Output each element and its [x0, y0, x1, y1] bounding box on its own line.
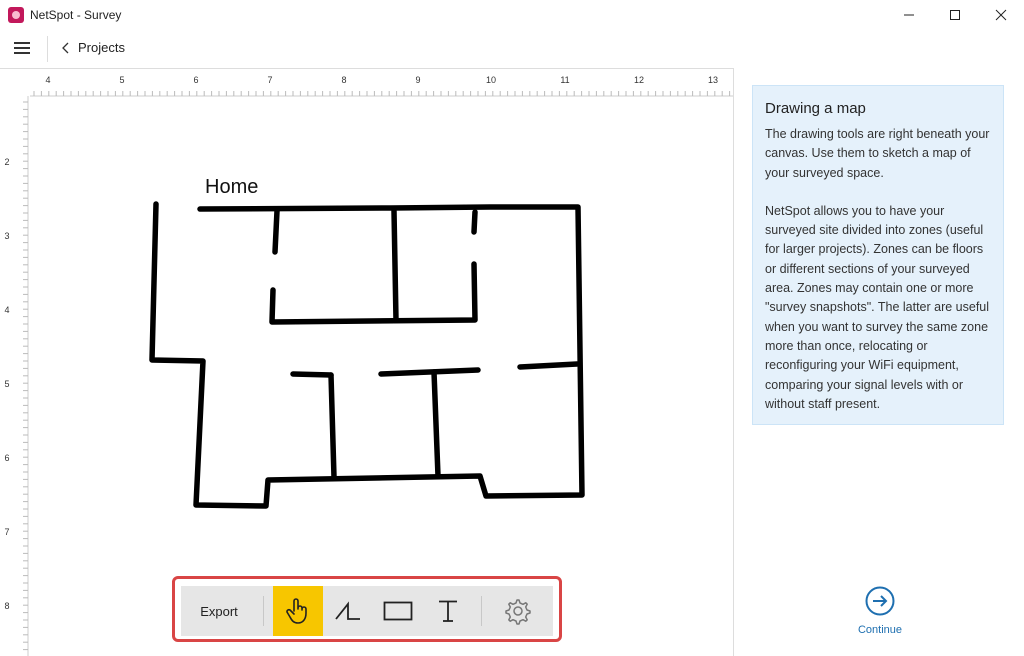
arrow-right-circle-icon: [865, 586, 895, 616]
ruler-left-label: 6: [4, 453, 9, 463]
ruler-top-label: 5: [119, 75, 124, 85]
netspot-app-icon: [8, 7, 24, 23]
ruler-top-label: 12: [634, 75, 644, 85]
ruler-top-label: 13: [708, 75, 718, 85]
ruler-left-label: 3: [4, 231, 9, 241]
back-link-label: Projects: [78, 40, 125, 55]
ruler-top-label: 8: [341, 75, 346, 85]
help-paragraph: NetSpot allows you to have your surveyed…: [765, 203, 990, 411]
ruler-top-label: 11: [560, 75, 569, 85]
left-ruler: 2 3 4 5 6 7 8: [4, 96, 29, 656]
ruler-left-label: 5: [4, 379, 9, 389]
toolbar-divider: [481, 596, 482, 626]
ruler-top-label: 10: [486, 75, 496, 85]
help-panel: Drawing a map The drawing tools are righ…: [735, 68, 1024, 656]
canvas-svg: 4 5 6 7 8 9 10 11 12 13 2 3 4 5 6 7 8 Ho…: [4, 75, 733, 656]
nav-bar: Projects: [0, 30, 1024, 68]
minimize-icon: [904, 14, 914, 16]
continue-label: Continue: [857, 624, 903, 636]
maximize-icon: [950, 10, 960, 20]
toolbar-divider: [263, 596, 264, 626]
title-bar: NetSpot - Survey: [0, 0, 1024, 30]
nav-divider: [47, 36, 48, 62]
settings-button[interactable]: [491, 586, 543, 636]
hamburger-menu-icon[interactable]: [14, 42, 30, 56]
continue-button[interactable]: Continue: [855, 585, 905, 636]
wall-line-icon: [335, 601, 360, 620]
text-tool-button[interactable]: [423, 586, 473, 636]
hand-pointer-icon: [286, 598, 307, 624]
close-icon: [995, 9, 1007, 21]
ruler-top-label: 4: [45, 75, 50, 85]
close-button[interactable]: [978, 0, 1024, 30]
ruler-left-label: 7: [4, 527, 9, 537]
ruler-top-label: 7: [267, 75, 272, 85]
help-title: Drawing a map: [765, 100, 866, 117]
gear-icon: [505, 599, 531, 625]
ruler-top-label: 9: [415, 75, 420, 85]
text-tool-icon: [439, 600, 457, 622]
back-to-projects-link[interactable]: Projects: [62, 40, 125, 55]
rectangle-icon: [383, 601, 413, 621]
ruler-top-label: 6: [193, 75, 198, 85]
map-label[interactable]: Home: [205, 176, 258, 198]
drawing-toolbar: Export: [181, 586, 553, 636]
help-paragraph: The drawing tools are right beneath your…: [765, 127, 990, 180]
floor-plan[interactable]: [149, 201, 585, 509]
minimize-button[interactable]: [886, 0, 932, 30]
wall-tool-button[interactable]: [323, 586, 373, 636]
drawing-canvas[interactable]: 4 5 6 7 8 9 10 11 12 13 2 3 4 5 6 7 8 Ho…: [0, 68, 734, 656]
chevron-left-icon: [62, 42, 69, 53]
window-title: NetSpot - Survey: [30, 8, 122, 22]
export-label: Export: [200, 603, 238, 619]
rectangle-tool-button[interactable]: [373, 586, 423, 636]
ruler-left-label: 4: [4, 305, 9, 315]
ruler-left-label: 2: [4, 157, 9, 167]
help-box: Drawing a map The drawing tools are righ…: [752, 85, 1004, 425]
hand-tool-button[interactable]: [273, 586, 323, 636]
ruler-left-label: 8: [4, 601, 9, 611]
export-button[interactable]: Export: [181, 586, 257, 636]
maximize-button[interactable]: [932, 0, 978, 30]
top-ruler: 4 5 6 7 8 9 10 11 12 13: [30, 75, 733, 97]
